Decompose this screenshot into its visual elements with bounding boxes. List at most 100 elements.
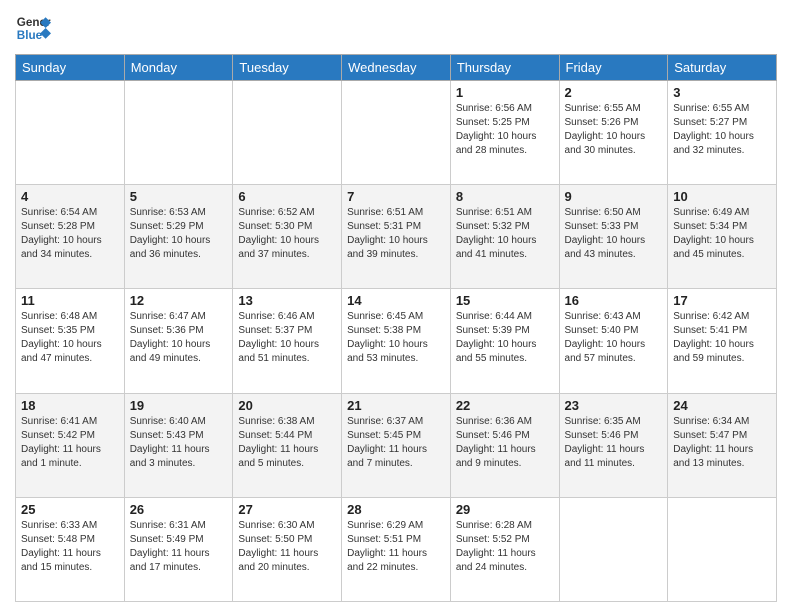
day-number: 5: [130, 189, 228, 204]
calendar-cell: [124, 81, 233, 185]
calendar-cell: 22 Sunrise: 6:36 AM Sunset: 5:46 PM Dayli…: [450, 393, 559, 497]
weekday-header-monday: Monday: [124, 55, 233, 81]
day-number: 2: [565, 85, 663, 100]
day-info: Sunrise: 6:51 AM Sunset: 5:32 PM Dayligh…: [456, 206, 554, 262]
day-info: Sunrise: 6:47 AM Sunset: 5:36 PM Dayligh…: [130, 310, 228, 366]
calendar-cell: 24 Sunrise: 6:34 AM Sunset: 5:47 PM Dayli…: [668, 393, 777, 497]
day-info: Sunrise: 6:42 AM Sunset: 5:41 PM Dayligh…: [673, 310, 771, 366]
calendar-cell: 3 Sunrise: 6:55 AM Sunset: 5:27 PM Daylig…: [668, 81, 777, 185]
weekday-header-row: SundayMondayTuesdayWednesdayThursdayFrid…: [16, 55, 777, 81]
day-info: Sunrise: 6:45 AM Sunset: 5:38 PM Dayligh…: [347, 310, 445, 366]
weekday-header-thursday: Thursday: [450, 55, 559, 81]
calendar-cell: 8 Sunrise: 6:51 AM Sunset: 5:32 PM Daylig…: [450, 185, 559, 289]
day-info: Sunrise: 6:28 AM Sunset: 5:52 PM Dayligh…: [456, 519, 554, 575]
calendar-cell: 29 Sunrise: 6:28 AM Sunset: 5:52 PM Dayli…: [450, 497, 559, 601]
day-info: Sunrise: 6:43 AM Sunset: 5:40 PM Dayligh…: [565, 310, 663, 366]
day-number: 25: [21, 502, 119, 517]
calendar-cell: 4Sunrise: 6:54 AM Sunset: 5:28 PM Daylig…: [16, 185, 125, 289]
day-info: Sunrise: 6:40 AM Sunset: 5:43 PM Dayligh…: [130, 415, 228, 471]
calendar-cell: 13Sunrise: 6:46 AM Sunset: 5:37 PM Dayli…: [233, 289, 342, 393]
calendar-cell: 9 Sunrise: 6:50 AM Sunset: 5:33 PM Daylig…: [559, 185, 668, 289]
calendar-cell: 19 Sunrise: 6:40 AM Sunset: 5:43 PM Dayli…: [124, 393, 233, 497]
day-number: 22: [456, 398, 554, 413]
weekday-header-friday: Friday: [559, 55, 668, 81]
weekday-header-saturday: Saturday: [668, 55, 777, 81]
day-number: 9: [565, 189, 663, 204]
day-number: 4: [21, 189, 119, 204]
logo-icon: General Blue: [15, 10, 51, 46]
day-number: 16: [565, 293, 663, 308]
day-number: 3: [673, 85, 771, 100]
calendar-week-row: 18 Sunrise: 6:41 AM Sunset: 5:42 PM Dayli…: [16, 393, 777, 497]
day-info: Sunrise: 6:35 AM Sunset: 5:46 PM Dayligh…: [565, 415, 663, 471]
calendar-cell: 10 Sunrise: 6:49 AM Sunset: 5:34 PM Dayli…: [668, 185, 777, 289]
day-info: Sunrise: 6:34 AM Sunset: 5:47 PM Dayligh…: [673, 415, 771, 471]
day-info: Sunrise: 6:55 AM Sunset: 5:26 PM Dayligh…: [565, 102, 663, 158]
day-number: 11: [21, 293, 119, 308]
calendar-cell: 5 Sunrise: 6:53 AM Sunset: 5:29 PM Daylig…: [124, 185, 233, 289]
day-info: Sunrise: 6:29 AM Sunset: 5:51 PM Dayligh…: [347, 519, 445, 575]
day-info: Sunrise: 6:44 AM Sunset: 5:39 PM Dayligh…: [456, 310, 554, 366]
calendar-cell: 16 Sunrise: 6:43 AM Sunset: 5:40 PM Dayli…: [559, 289, 668, 393]
day-number: 29: [456, 502, 554, 517]
weekday-header-wednesday: Wednesday: [342, 55, 451, 81]
calendar-table: SundayMondayTuesdayWednesdayThursdayFrid…: [15, 54, 777, 602]
calendar-cell: 1 Sunrise: 6:56 AM Sunset: 5:25 PM Daylig…: [450, 81, 559, 185]
day-number: 27: [238, 502, 336, 517]
calendar-cell: 15 Sunrise: 6:44 AM Sunset: 5:39 PM Dayli…: [450, 289, 559, 393]
calendar-cell: 28 Sunrise: 6:29 AM Sunset: 5:51 PM Dayli…: [342, 497, 451, 601]
calendar-cell: [342, 81, 451, 185]
calendar-cell: 23Sunrise: 6:35 AM Sunset: 5:46 PM Dayli…: [559, 393, 668, 497]
day-number: 8: [456, 189, 554, 204]
day-number: 13: [238, 293, 336, 308]
day-number: 18: [21, 398, 119, 413]
day-number: 14: [347, 293, 445, 308]
calendar-cell: 26 Sunrise: 6:31 AM Sunset: 5:49 PM Dayli…: [124, 497, 233, 601]
day-number: 1: [456, 85, 554, 100]
calendar-week-row: 4Sunrise: 6:54 AM Sunset: 5:28 PM Daylig…: [16, 185, 777, 289]
day-info: Sunrise: 6:53 AM Sunset: 5:29 PM Dayligh…: [130, 206, 228, 262]
calendar-week-row: 25 Sunrise: 6:33 AM Sunset: 5:48 PM Dayli…: [16, 497, 777, 601]
calendar-cell: 2 Sunrise: 6:55 AM Sunset: 5:26 PM Daylig…: [559, 81, 668, 185]
day-info: Sunrise: 6:49 AM Sunset: 5:34 PM Dayligh…: [673, 206, 771, 262]
logo: General Blue: [15, 10, 51, 46]
calendar-cell: 12 Sunrise: 6:47 AM Sunset: 5:36 PM Dayli…: [124, 289, 233, 393]
day-number: 20: [238, 398, 336, 413]
day-info: Sunrise: 6:50 AM Sunset: 5:33 PM Dayligh…: [565, 206, 663, 262]
day-info: Sunrise: 6:33 AM Sunset: 5:48 PM Dayligh…: [21, 519, 119, 575]
weekday-header-tuesday: Tuesday: [233, 55, 342, 81]
day-number: 15: [456, 293, 554, 308]
day-info: Sunrise: 6:51 AM Sunset: 5:31 PM Dayligh…: [347, 206, 445, 262]
svg-text:Blue: Blue: [17, 29, 43, 42]
calendar-cell: 25 Sunrise: 6:33 AM Sunset: 5:48 PM Dayli…: [16, 497, 125, 601]
calendar-cell: [668, 497, 777, 601]
day-info: Sunrise: 6:56 AM Sunset: 5:25 PM Dayligh…: [456, 102, 554, 158]
calendar-cell: [233, 81, 342, 185]
day-number: 6: [238, 189, 336, 204]
day-number: 7: [347, 189, 445, 204]
calendar-week-row: 1 Sunrise: 6:56 AM Sunset: 5:25 PM Daylig…: [16, 81, 777, 185]
day-number: 28: [347, 502, 445, 517]
day-number: 21: [347, 398, 445, 413]
calendar-cell: 27Sunrise: 6:30 AM Sunset: 5:50 PM Dayli…: [233, 497, 342, 601]
day-number: 17: [673, 293, 771, 308]
calendar-cell: [559, 497, 668, 601]
day-info: Sunrise: 6:41 AM Sunset: 5:42 PM Dayligh…: [21, 415, 119, 471]
calendar-cell: [16, 81, 125, 185]
calendar-cell: 14 Sunrise: 6:45 AM Sunset: 5:38 PM Dayli…: [342, 289, 451, 393]
day-info: Sunrise: 6:36 AM Sunset: 5:46 PM Dayligh…: [456, 415, 554, 471]
calendar-cell: 6Sunrise: 6:52 AM Sunset: 5:30 PM Daylig…: [233, 185, 342, 289]
day-number: 10: [673, 189, 771, 204]
day-info: Sunrise: 6:31 AM Sunset: 5:49 PM Dayligh…: [130, 519, 228, 575]
calendar-cell: 18 Sunrise: 6:41 AM Sunset: 5:42 PM Dayli…: [16, 393, 125, 497]
day-info: Sunrise: 6:37 AM Sunset: 5:45 PM Dayligh…: [347, 415, 445, 471]
day-number: 26: [130, 502, 228, 517]
day-info: Sunrise: 6:48 AM Sunset: 5:35 PM Dayligh…: [21, 310, 119, 366]
calendar-week-row: 11 Sunrise: 6:48 AM Sunset: 5:35 PM Dayli…: [16, 289, 777, 393]
day-number: 19: [130, 398, 228, 413]
day-number: 12: [130, 293, 228, 308]
calendar-cell: 7 Sunrise: 6:51 AM Sunset: 5:31 PM Daylig…: [342, 185, 451, 289]
header: General Blue: [15, 10, 777, 46]
day-number: 24: [673, 398, 771, 413]
day-info: Sunrise: 6:55 AM Sunset: 5:27 PM Dayligh…: [673, 102, 771, 158]
